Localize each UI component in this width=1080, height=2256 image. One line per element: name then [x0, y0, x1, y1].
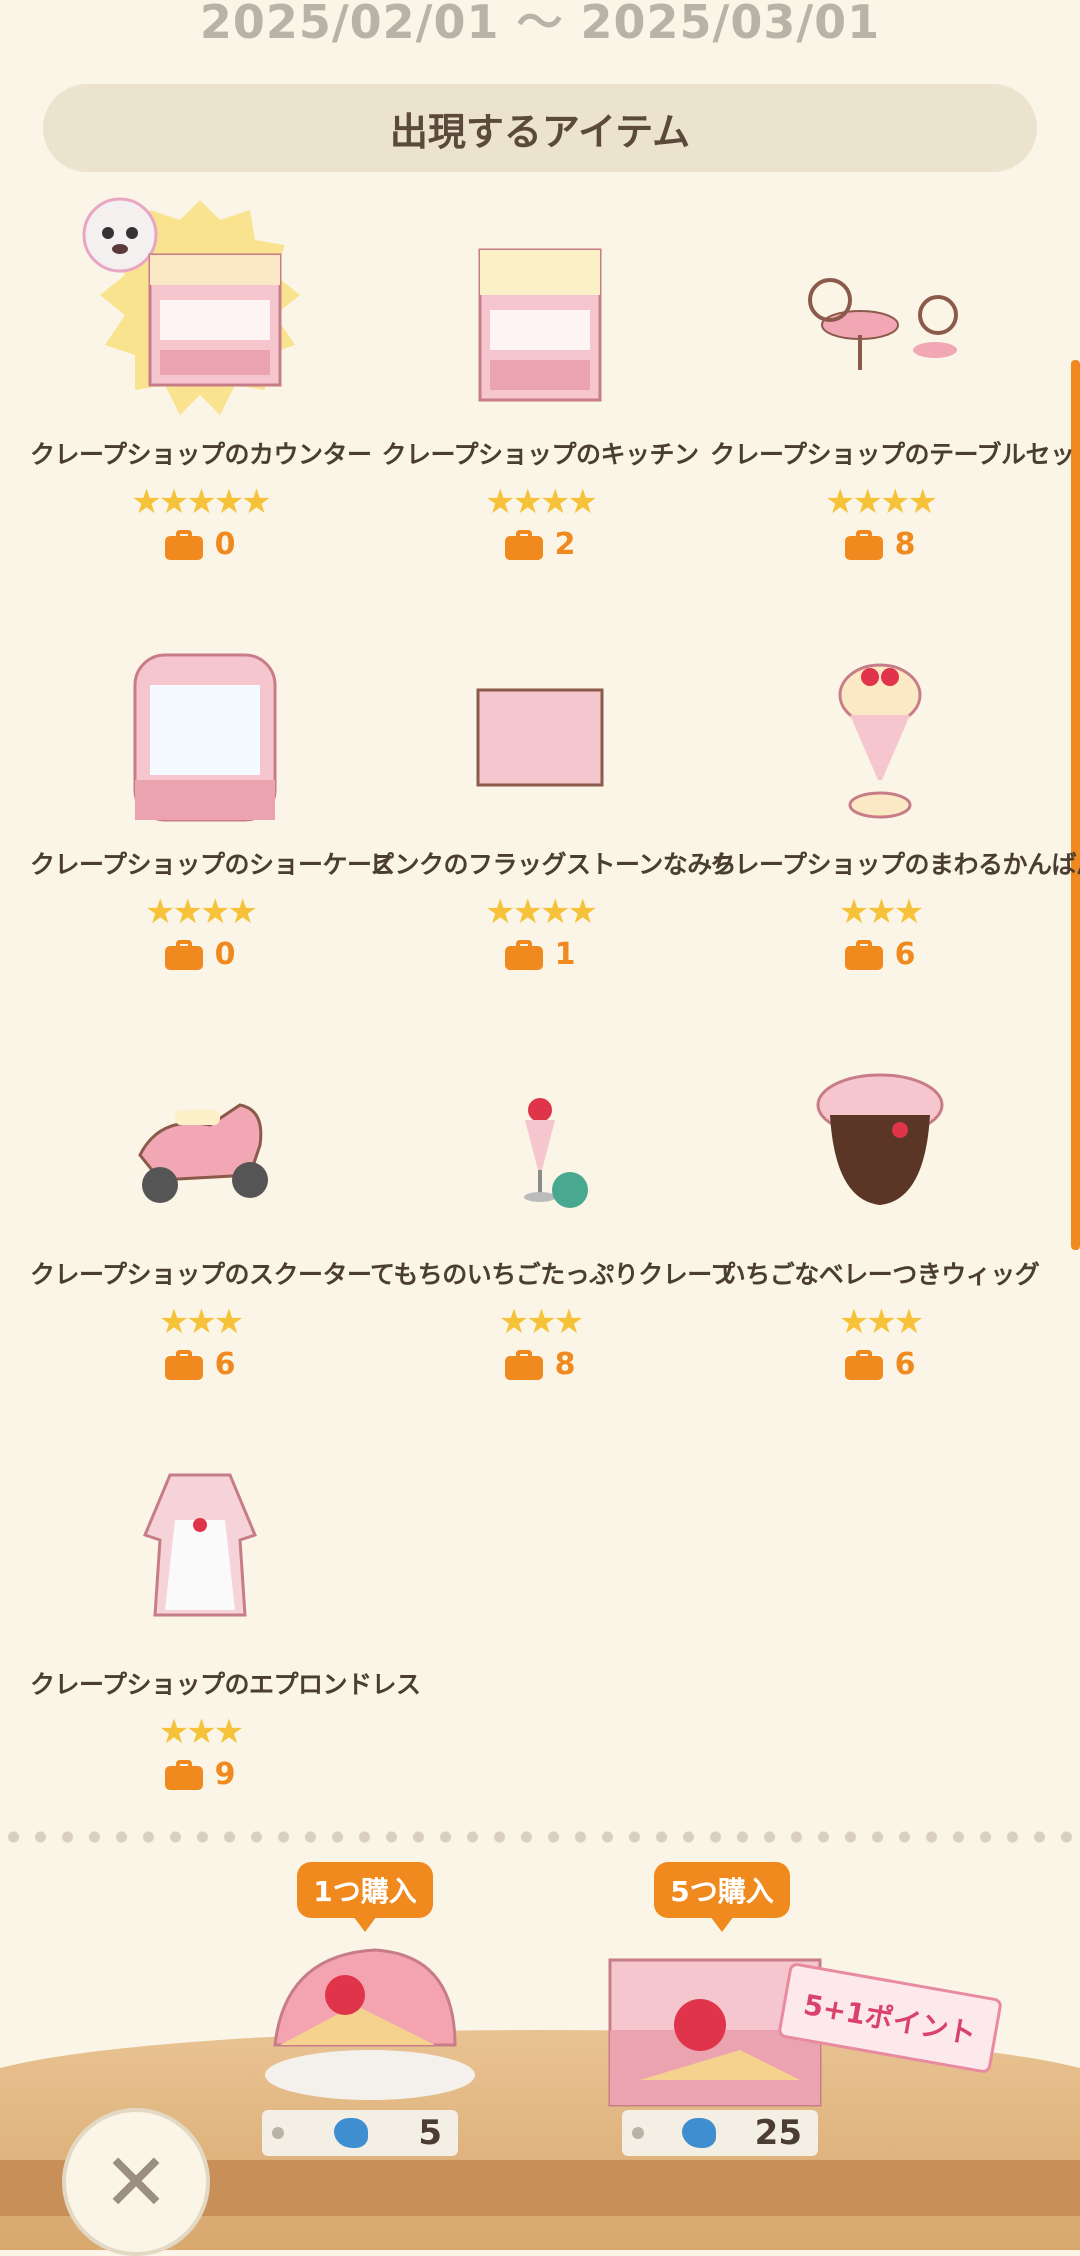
item-name: クレープショップのエプロンドレス: [30, 1670, 421, 1699]
rarity-stars: ★★★★: [825, 482, 938, 522]
item-name: クレープショップのショーケース: [30, 850, 395, 879]
single-price[interactable]: 5: [262, 2110, 458, 2156]
pink-flagstone-path-image: [420, 605, 660, 835]
five-price[interactable]: 25: [622, 2110, 818, 2156]
item-card[interactable]: クレープショップのカウンター ★★★★★ 0: [30, 195, 372, 575]
owned-count: 9: [30, 1757, 370, 1792]
owned-count: 6: [710, 937, 1050, 972]
leaf-ticket-icon: [334, 2118, 369, 2148]
item-card[interactable]: クレープショップのスクーター ★★★ 6: [30, 1015, 372, 1395]
owned-count-value: 9: [214, 1757, 236, 1792]
owned-count-value: 1: [554, 937, 576, 972]
rarity-stars: ★★★: [158, 1712, 244, 1752]
owned-count-value: 8: [554, 1347, 576, 1382]
item-card[interactable]: クレープショップのショーケース ★★★★ 0: [30, 605, 395, 985]
owned-count-value: 0: [214, 937, 236, 972]
single-crepe-image: [265, 1948, 475, 2100]
bag-icon: [164, 529, 203, 560]
bag-icon: [844, 939, 883, 970]
item-card[interactable]: てもちのいちごたっぷりクレープ ★★★ 8: [370, 1015, 735, 1395]
bag-icon: [504, 529, 543, 560]
crepe-kitchen-image: [420, 195, 660, 425]
single-price-value: 5: [418, 2113, 442, 2153]
date-range: 2025/02/01 〜 2025/03/01: [199, 0, 881, 49]
owned-count-value: 6: [894, 937, 916, 972]
close-icon: ✕: [102, 2135, 170, 2229]
owned-count: 2: [370, 527, 710, 562]
rarity-stars: ★★★★: [485, 482, 598, 522]
handheld-strawberry-crepe-image: [420, 1015, 660, 1245]
owned-count: 6: [30, 1347, 370, 1382]
buy-five-label: 5つ購入: [654, 1862, 790, 1932]
owned-count: 8: [710, 527, 1050, 562]
item-card[interactable]: ピンクのフラッグストーンなみち ★★★★ 1: [370, 605, 737, 985]
rarity-stars: ★★★: [838, 1302, 924, 1342]
crepe-scooter-image: [80, 1015, 320, 1245]
close-button[interactable]: ✕: [62, 2108, 210, 2256]
buy-one-button[interactable]: 1つ購入: [240, 1862, 490, 1932]
price-dot: [632, 2127, 644, 2139]
bag-icon: [504, 1349, 543, 1380]
item-name: クレープショップのキッチン: [381, 440, 699, 469]
bag-icon: [164, 1349, 203, 1380]
crepe-rotating-sign-image: [760, 605, 1000, 835]
rarity-stars: ★★★: [838, 892, 924, 932]
buy-five-button[interactable]: 5つ購入: [597, 1862, 847, 1932]
price-dot: [272, 2127, 284, 2139]
bag-icon: [844, 529, 883, 560]
bag-icon: [844, 1349, 883, 1380]
crepe-table-set-image: [760, 195, 1000, 425]
rarity-stars: ★★★★: [145, 892, 258, 932]
buy-one-label: 1つ購入: [297, 1862, 433, 1932]
rarity-stars: ★★★: [158, 1302, 244, 1342]
item-card[interactable]: クレープショップのエプロンドレス ★★★ 9: [30, 1425, 421, 1805]
owned-count: 0: [30, 527, 370, 562]
crepe-showcase-image: [80, 605, 320, 835]
owned-count-value: 6: [214, 1347, 236, 1382]
section-title: 出現するアイテム: [43, 84, 1037, 172]
owned-count-value: 8: [894, 527, 916, 562]
item-name: クレープショップのテーブルセット: [710, 440, 1080, 469]
crepe-apron-dress-image: [80, 1425, 320, 1655]
owned-count: 6: [710, 1347, 1050, 1382]
strawberry-beret-wig-image: [760, 1015, 1000, 1245]
owned-count-value: 2: [554, 527, 576, 562]
owned-count: 1: [370, 937, 710, 972]
owned-count-value: 6: [894, 1347, 916, 1382]
rarity-stars: ★★★★★: [131, 482, 271, 522]
leaf-ticket-icon: [682, 2118, 717, 2148]
owned-count-value: 0: [214, 527, 236, 562]
item-card[interactable]: クレープショップのキッチン ★★★★ 2: [370, 195, 710, 575]
item-card[interactable]: クレープショップのテーブルセット ★★★★ 8: [710, 195, 1080, 575]
item-name: ピンクのフラッグストーンなみち: [370, 850, 737, 879]
owned-count: 0: [30, 937, 370, 972]
item-name: てもちのいちごたっぷりクレープ: [370, 1260, 735, 1289]
owned-count: 8: [370, 1347, 710, 1382]
item-name: クレープショップのカウンター: [30, 440, 372, 469]
bag-icon: [164, 1759, 203, 1790]
rarity-stars: ★★★: [498, 1302, 584, 1342]
rarity-stars: ★★★★: [485, 892, 598, 932]
item-name: クレープショップのまわるかんばん: [710, 850, 1080, 879]
item-card[interactable]: いちごなベレーつきウィッグ ★★★ 6: [710, 1015, 1050, 1395]
five-price-value: 25: [754, 2113, 802, 2153]
item-name: いちごなベレーつきウィッグ: [720, 1260, 1040, 1289]
item-card[interactable]: クレープショップのまわるかんばん ★★★ 6: [710, 605, 1080, 985]
scrollbar[interactable]: [1071, 360, 1080, 1250]
item-name: クレープショップのスクーター: [30, 1260, 372, 1289]
bag-icon: [164, 939, 203, 970]
bag-icon: [504, 939, 543, 970]
crepe-counter-image: [80, 195, 320, 425]
dotted-divider: [0, 1830, 1080, 1844]
